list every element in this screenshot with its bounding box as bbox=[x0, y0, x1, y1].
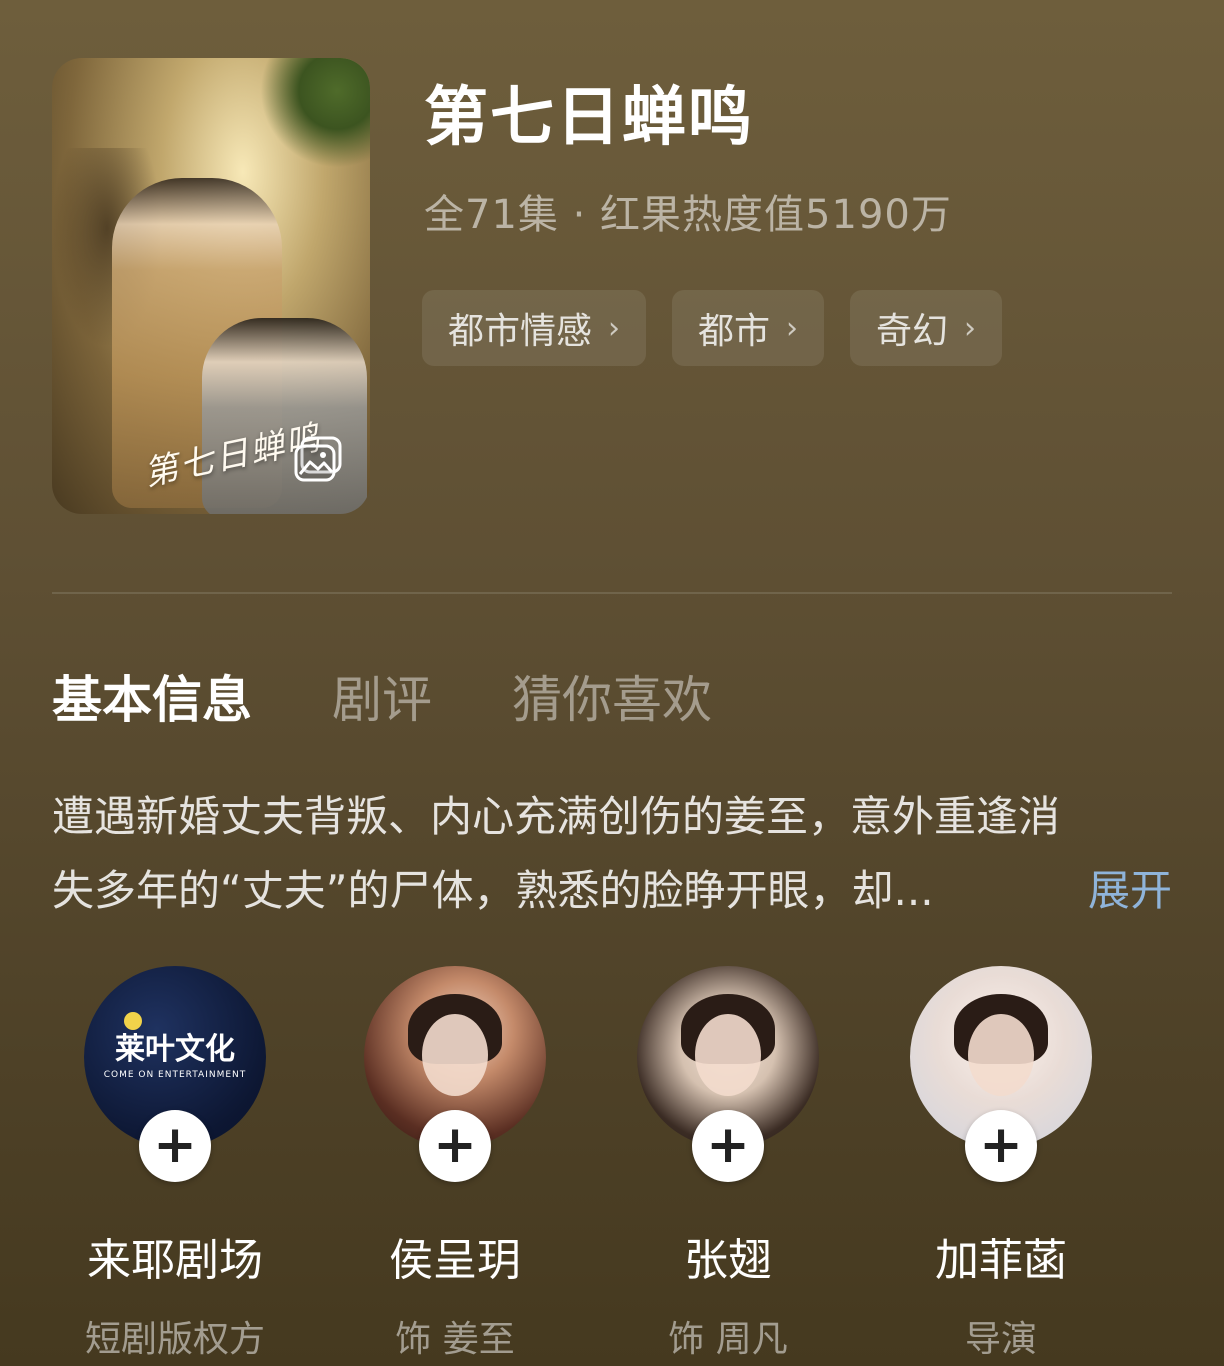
avatar[interactable]: + bbox=[364, 966, 546, 1182]
person-role: 饰 周凡 bbox=[668, 1319, 788, 1360]
expand-link[interactable]: 展开 bbox=[1088, 854, 1172, 928]
synopsis-line-1: 遭遇新婚丈夫背叛、内心充满创伤的姜至，意外重逢消 bbox=[52, 792, 1061, 841]
plus-icon[interactable]: + bbox=[419, 1110, 491, 1182]
synopsis: 遭遇新婚丈夫背叛、内心充满创伤的姜至，意外重逢消 失多年的“丈夫”的尸体，熟悉的… bbox=[52, 780, 1172, 928]
tab-basic-info[interactable]: 基本信息 bbox=[52, 660, 252, 732]
person-role: 短剧版权方 bbox=[84, 1319, 265, 1360]
person-name: 张翅 bbox=[684, 1235, 772, 1286]
episode-heat-meta: 全71集 · 红果热度值5190万 bbox=[424, 192, 952, 238]
tag-label: 都市 bbox=[698, 311, 771, 352]
avatar-face bbox=[968, 1014, 1034, 1096]
genre-tags: 都市情感 › 都市 › 奇幻 › bbox=[422, 290, 1003, 366]
person-card[interactable]: 莱叶文化 COME ON ENTERTAINMENT + 来耶剧场 短剧版权方 bbox=[55, 966, 295, 1362]
tag-urban[interactable]: 都市 › bbox=[672, 290, 825, 366]
tag-urban-romance[interactable]: 都市情感 › bbox=[422, 290, 647, 366]
avatar[interactable]: + bbox=[637, 966, 819, 1182]
person-role: 饰 姜至 bbox=[395, 1319, 515, 1360]
synopsis-line-2-row: 失多年的“丈夫”的尸体，熟悉的脸睁开眼，却... 展开 bbox=[52, 854, 1172, 928]
poster-leaves bbox=[260, 58, 370, 168]
avatar-face bbox=[695, 1014, 761, 1096]
gallery-icon[interactable] bbox=[294, 436, 344, 482]
chevron-right-icon: › bbox=[608, 310, 621, 346]
plus-icon[interactable]: + bbox=[692, 1110, 764, 1182]
avatar[interactable]: 莱叶文化 COME ON ENTERTAINMENT + bbox=[84, 966, 266, 1182]
person-card[interactable]: + 加菲菡 导演 bbox=[881, 966, 1121, 1362]
person-name: 来耶剧场 bbox=[87, 1235, 263, 1286]
plus-icon[interactable]: + bbox=[965, 1110, 1037, 1182]
cast-crew-list: 莱叶文化 COME ON ENTERTAINMENT + 来耶剧场 短剧版权方 … bbox=[52, 966, 1172, 1360]
avatar[interactable]: + bbox=[910, 966, 1092, 1182]
person-name: 加菲菡 bbox=[935, 1235, 1067, 1286]
page-title: 第七日蝉鸣 bbox=[424, 81, 754, 155]
plus-icon[interactable]: + bbox=[139, 1110, 211, 1182]
tag-fantasy[interactable]: 奇幻 › bbox=[850, 290, 1003, 366]
tab-reviews[interactable]: 剧评 bbox=[332, 660, 432, 732]
divider bbox=[52, 592, 1172, 594]
studio-logo-subtitle: COME ON ENTERTAINMENT bbox=[103, 1070, 247, 1080]
chevron-right-icon: › bbox=[964, 310, 977, 346]
tab-bar: 基本信息 剧评 猜你喜欢 bbox=[52, 660, 712, 732]
person-role: 导演 bbox=[964, 1319, 1037, 1360]
tab-recommendations[interactable]: 猜你喜欢 bbox=[512, 660, 712, 732]
avatar-face bbox=[422, 1014, 488, 1096]
person-card[interactable]: + 张翅 饰 周凡 bbox=[608, 966, 848, 1362]
chevron-right-icon: › bbox=[786, 310, 799, 346]
tag-label: 都市情感 bbox=[448, 311, 593, 352]
person-card[interactable]: + 侯呈玥 饰 姜至 bbox=[335, 966, 575, 1362]
person-name: 侯呈玥 bbox=[389, 1235, 521, 1286]
tag-label: 奇幻 bbox=[876, 311, 949, 352]
synopsis-line-2: 失多年的“丈夫”的尸体，熟悉的脸睁开眼，却... bbox=[52, 866, 934, 915]
poster-image[interactable]: 第七日蝉鸣 bbox=[52, 58, 370, 514]
studio-logo: 莱叶文化 bbox=[115, 1032, 235, 1067]
